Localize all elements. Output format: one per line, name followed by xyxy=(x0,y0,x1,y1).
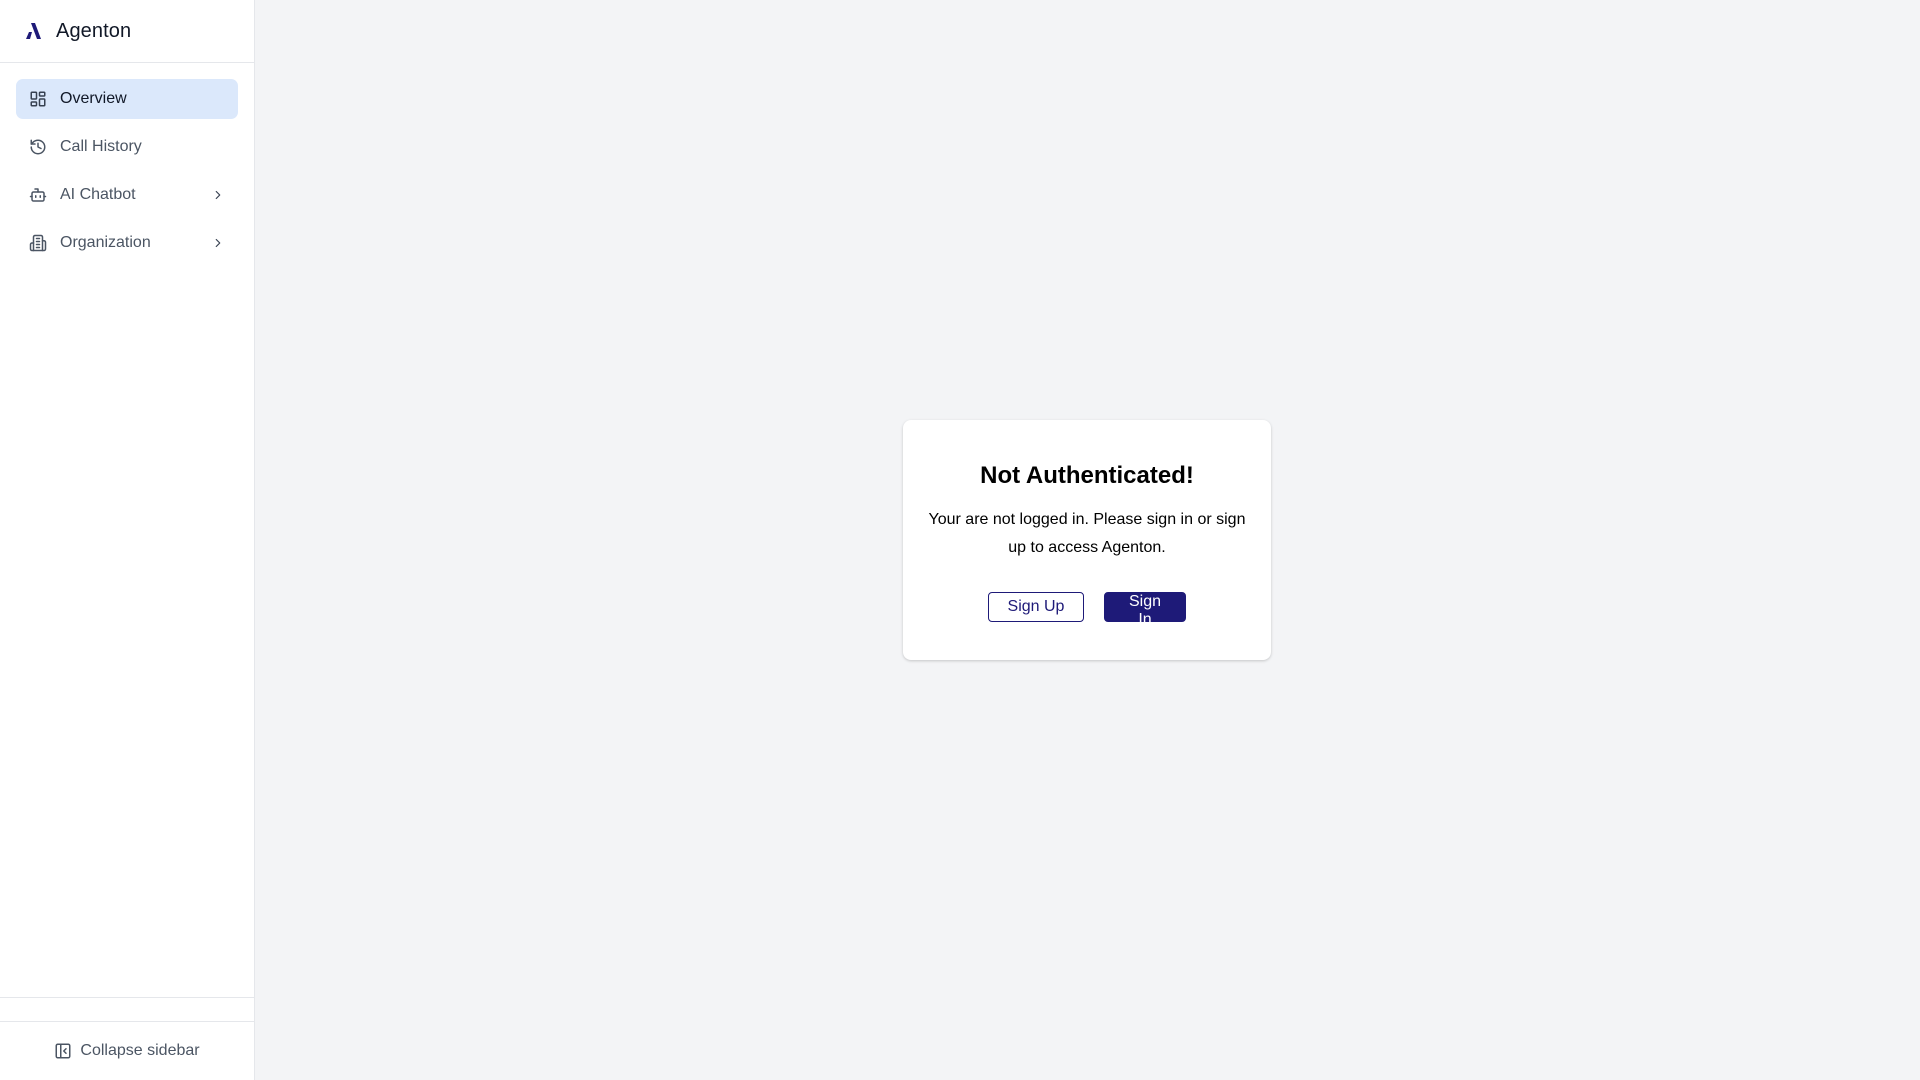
bot-icon xyxy=(28,185,48,205)
auth-card-title: Not Authenticated! xyxy=(980,462,1194,489)
auth-card-actions: Sign Up Sign In xyxy=(903,592,1271,628)
panel-left-close-icon xyxy=(54,1042,72,1060)
history-icon xyxy=(28,137,48,157)
main-content: Not Authenticated! Your are not logged i… xyxy=(255,0,1920,1080)
building-icon xyxy=(28,233,48,253)
dashboard-icon xyxy=(28,89,48,109)
chevron-right-icon xyxy=(210,187,226,203)
sidebar-footer-divider xyxy=(0,997,254,998)
collapse-sidebar-label: Collapse sidebar xyxy=(80,1042,200,1059)
sidebar-item-call-history[interactable]: Call History xyxy=(16,127,238,167)
sidebar-item-organization[interactable]: Organization xyxy=(16,223,238,263)
collapse-sidebar-button[interactable]: Collapse sidebar xyxy=(0,1021,254,1080)
sidebar-item-label: AI Chatbot xyxy=(60,186,136,203)
sidebar-item-ai-chatbot[interactable]: AI Chatbot xyxy=(16,175,238,215)
sidebar-item-overview[interactable]: Overview xyxy=(16,79,238,119)
agenton-logo-icon xyxy=(24,22,42,40)
sidebar-item-label: Call History xyxy=(60,138,142,155)
brand-name: Agenton xyxy=(56,19,132,42)
brand-header: Agenton xyxy=(0,0,254,63)
auth-card-message: Your are not logged in. Please sign in o… xyxy=(928,511,1246,556)
chevron-right-icon xyxy=(210,235,226,251)
sign-in-button[interactable]: Sign In xyxy=(1104,592,1186,628)
sidebar-item-label: Organization xyxy=(60,234,151,251)
app-root: Agenton Overview Call History AI Chatbot… xyxy=(0,0,1920,1080)
sidebar-item-label: Overview xyxy=(60,90,127,107)
sidebar: Agenton Overview Call History AI Chatbot… xyxy=(0,0,255,1080)
sidebar-nav: Overview Call History AI Chatbot Organiz… xyxy=(0,63,254,263)
sign-up-button[interactable]: Sign Up xyxy=(988,592,1084,622)
auth-card: Not Authenticated! Your are not logged i… xyxy=(903,420,1271,660)
